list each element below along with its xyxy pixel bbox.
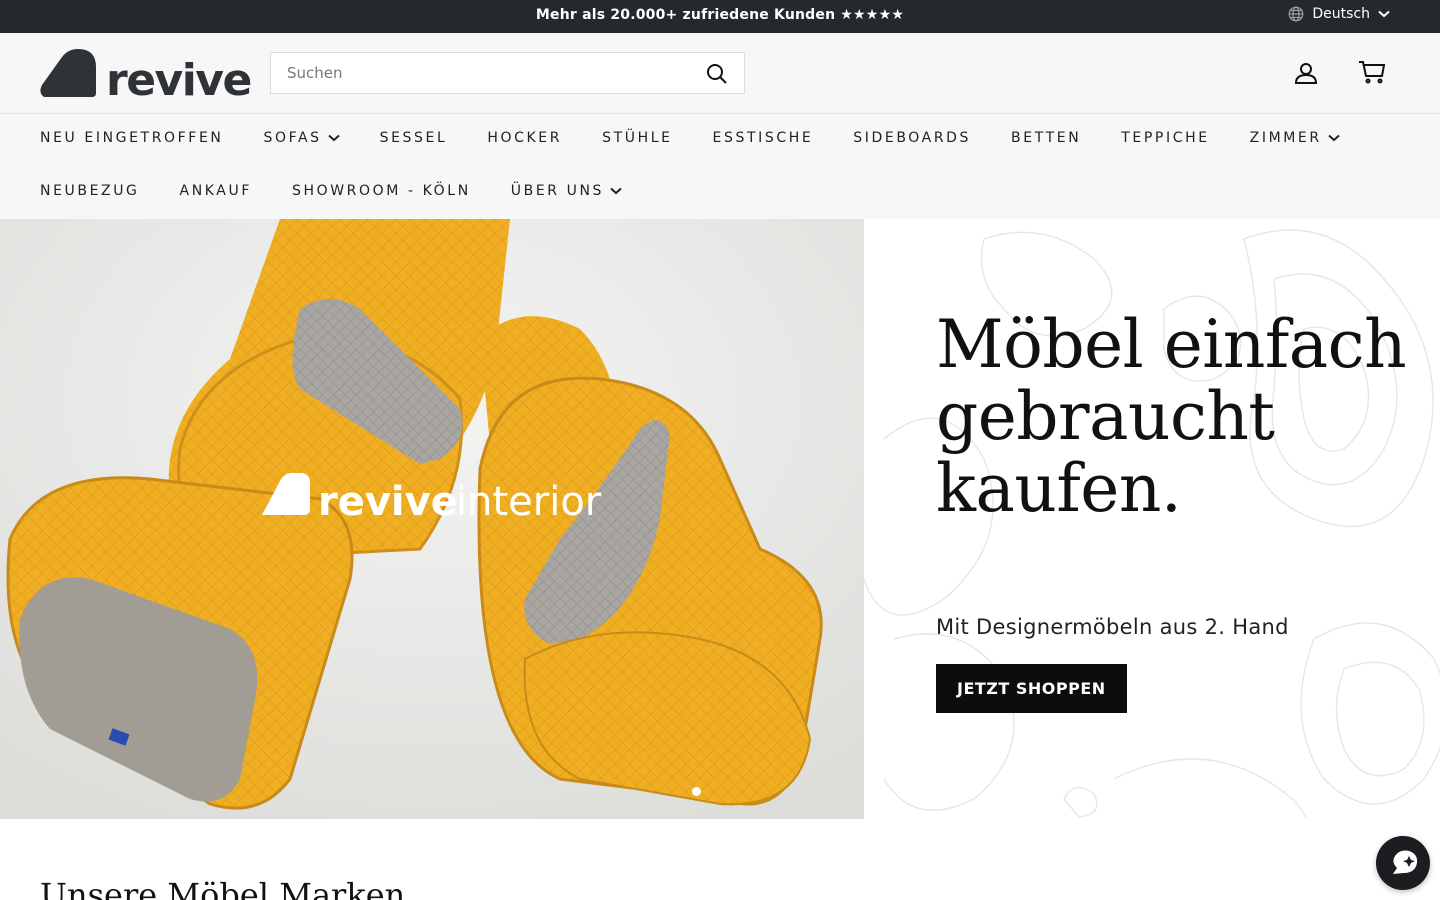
nav-item-label: TEPPICHE bbox=[1121, 130, 1210, 146]
nav-item-label: HOCKER bbox=[487, 130, 563, 146]
nav-item-label: SOFAS bbox=[263, 130, 322, 146]
hero-title: Möbel einfach gebraucht kaufen. bbox=[936, 306, 1407, 527]
chat-widget-button[interactable] bbox=[1376, 836, 1430, 890]
cart-icon[interactable] bbox=[1358, 60, 1386, 88]
nav-item-label: NEU EINGETROFFEN bbox=[40, 130, 224, 146]
chevron-down-icon bbox=[610, 183, 622, 199]
logo[interactable]: revive bbox=[40, 47, 252, 106]
nav-item-label: BETTEN bbox=[1011, 130, 1082, 146]
nav-item-esstische[interactable]: ESSTISCHE bbox=[713, 130, 814, 146]
search-box bbox=[270, 52, 745, 94]
logo-text: revive bbox=[106, 55, 252, 106]
slider-dot[interactable] bbox=[692, 787, 701, 796]
hero-image: revive interior bbox=[0, 219, 864, 819]
announcement-text: Mehr als 20.000+ zufriedene Kunden ★★★★★ bbox=[535, 7, 905, 23]
chevron-down-icon bbox=[327, 130, 340, 146]
chevron-down-icon bbox=[1378, 10, 1390, 18]
shop-now-button[interactable]: JETZT SHOPPEN bbox=[936, 664, 1127, 713]
nav-item-showroom-köln[interactable]: SHOWROOM - KÖLN bbox=[292, 183, 471, 199]
nav-item-label: STÜHLE bbox=[602, 130, 673, 146]
nav-item-label: ESSTISCHE bbox=[712, 130, 814, 146]
nav-item-label: ZIMMER bbox=[1249, 130, 1322, 146]
nav-item-label: SESSEL bbox=[379, 130, 448, 146]
nav-item-sofas[interactable]: SOFAS bbox=[263, 130, 340, 146]
search-input[interactable] bbox=[271, 53, 671, 93]
search-icon[interactable] bbox=[706, 63, 728, 85]
nav-item-label: SIDEBOARDS bbox=[853, 130, 972, 146]
nav-item-über-uns[interactable]: ÜBER UNS bbox=[511, 183, 622, 199]
language-label: Deutsch bbox=[1312, 6, 1370, 22]
nav-row-1: NEU EINGETROFFEN SOFAS SESSEL HOCKER STÜHLE E… bbox=[40, 130, 1340, 146]
nav-item-zimmer[interactable]: ZIMMER bbox=[1250, 130, 1340, 146]
language-selector[interactable]: Deutsch bbox=[1288, 6, 1390, 22]
nav-item-label: NEUBEZUG bbox=[40, 183, 140, 199]
hero-brand-suffix: interior bbox=[456, 479, 602, 525]
user-icon[interactable] bbox=[1294, 62, 1318, 88]
logo-mark-icon bbox=[40, 47, 96, 101]
nav-item-label: SHOWROOM - KÖLN bbox=[291, 183, 471, 199]
nav-item-sideboards[interactable]: SIDEBOARDS bbox=[853, 130, 971, 146]
globe-icon bbox=[1288, 6, 1304, 22]
nav-item-label: ÜBER UNS bbox=[510, 183, 605, 199]
nav-item-label: ANKAUF bbox=[179, 183, 252, 199]
nav-item-teppiche[interactable]: TEPPICHE bbox=[1121, 130, 1209, 146]
nav-item-ankauf[interactable]: ANKAUF bbox=[180, 183, 252, 199]
chevron-down-icon bbox=[1328, 130, 1340, 146]
nav-item-sessel[interactable]: SESSEL bbox=[380, 130, 448, 146]
nav-item-stühle[interactable]: STÜHLE bbox=[602, 130, 672, 146]
hero-text-panel: Möbel einfach gebraucht kaufen. Mit Desi… bbox=[864, 219, 1440, 819]
nav-item-neubezug[interactable]: NEUBEZUG bbox=[40, 183, 140, 199]
hero-subtitle: Mit Designermöbeln aus 2. Hand bbox=[936, 615, 1289, 639]
announcement-bar: Mehr als 20.000+ zufriedene Kunden ★★★★★… bbox=[0, 0, 1440, 33]
site-header: revive bbox=[0, 33, 1440, 114]
main-nav: NEU EINGETROFFEN SOFAS SESSEL HOCKER STÜHLE E… bbox=[0, 114, 1440, 219]
nav-item-neu-eingetroffen[interactable]: NEU EINGETROFFEN bbox=[40, 130, 223, 146]
nav-item-betten[interactable]: BETTEN bbox=[1011, 130, 1081, 146]
nav-item-hocker[interactable]: HOCKER bbox=[487, 130, 562, 146]
hero-brand-text: revive bbox=[318, 479, 458, 525]
brands-section-title: Unsere Möbel Marken bbox=[40, 876, 406, 900]
nav-row-2: NEUBEZUG ANKAUF SHOWROOM - KÖLN ÜBER UNS bbox=[40, 183, 622, 199]
